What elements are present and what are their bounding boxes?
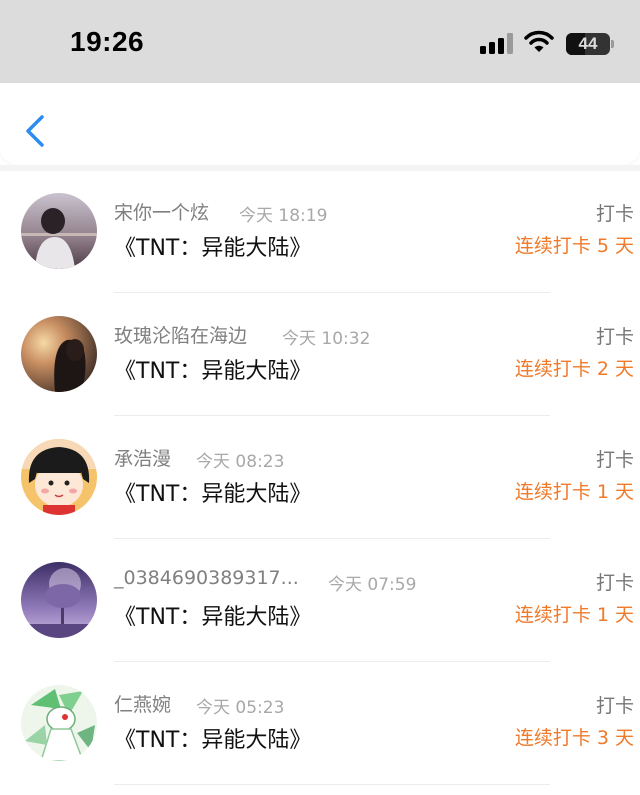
row-divider	[114, 292, 550, 293]
battery-level: 44	[578, 34, 598, 53]
user-name[interactable]: 宋你一个炫	[114, 198, 209, 225]
row-divider	[114, 538, 550, 539]
user-avatar[interactable]	[21, 685, 97, 761]
checkin-time: 今天 07:59	[328, 575, 417, 595]
status-time: 19:26	[70, 26, 145, 57]
user-name[interactable]: 仁燕婉	[114, 690, 171, 717]
user-name[interactable]: _0384690389317...	[114, 567, 299, 589]
wifi-icon	[524, 30, 554, 52]
user-avatar[interactable]	[21, 439, 97, 515]
back-button[interactable]	[20, 113, 52, 149]
checkin-action-label: 打卡	[595, 326, 634, 348]
user-name[interactable]: 承浩漫	[114, 444, 171, 471]
book-title[interactable]: 《TNT：异能大陆》	[114, 599, 311, 631]
status-bar: 19:26 44	[0, 0, 640, 83]
streak-label: 连续打卡 2 天	[514, 358, 634, 380]
checkin-row[interactable]: 玫瑰沦陷在海边 今天 10:32 《TNT：异能大陆》 打卡 连续打卡 2 天	[0, 294, 640, 417]
nav-bar	[0, 83, 640, 165]
book-title[interactable]: 《TNT：异能大陆》	[114, 230, 311, 262]
checkin-time: 今天 05:23	[196, 698, 285, 718]
battery-icon: 44	[566, 33, 610, 55]
user-avatar[interactable]	[21, 316, 97, 392]
book-title[interactable]: 《TNT：异能大陆》	[114, 722, 311, 754]
checkin-row[interactable]: 宋你一个炫 今天 18:19 《TNT：异能大陆》 打卡 连续打卡 5 天	[0, 171, 640, 294]
book-title[interactable]: 《TNT：异能大陆》	[114, 353, 311, 385]
checkin-row[interactable]: _0384690389317... 今天 07:59 《TNT：异能大陆》 打卡…	[0, 540, 640, 663]
row-divider	[114, 661, 550, 662]
signal-bars-icon	[480, 32, 514, 54]
checkin-time: 今天 08:23	[196, 452, 285, 472]
checkin-time: 今天 18:19	[239, 206, 328, 226]
checkin-list: 宋你一个炫 今天 18:19 《TNT：异能大陆》 打卡 连续打卡 5 天 玫瑰…	[0, 171, 640, 795]
streak-label: 连续打卡 1 天	[514, 604, 634, 626]
checkin-action-label: 打卡	[595, 695, 634, 717]
book-title[interactable]: 《TNT：异能大陆》	[114, 476, 311, 508]
battery-nub	[611, 40, 614, 48]
streak-label: 连续打卡 3 天	[514, 727, 634, 749]
user-avatar[interactable]	[21, 193, 97, 269]
checkin-row[interactable]: 承浩漫 今天 08:23 《TNT：异能大陆》 打卡 连续打卡 1 天	[0, 417, 640, 540]
user-avatar[interactable]	[21, 562, 97, 638]
row-divider	[114, 415, 550, 416]
checkin-action-label: 打卡	[595, 449, 634, 471]
streak-label: 连续打卡 5 天	[514, 235, 634, 257]
streak-label: 连续打卡 1 天	[514, 481, 634, 503]
checkin-time: 今天 10:32	[282, 329, 371, 349]
checkin-row[interactable]: 仁燕婉 今天 05:23 《TNT：异能大陆》 打卡 连续打卡 3 天	[0, 663, 640, 786]
user-name[interactable]: 玫瑰沦陷在海边	[114, 321, 247, 348]
checkin-action-label: 打卡	[595, 572, 634, 594]
checkin-action-label: 打卡	[595, 203, 634, 225]
row-divider	[114, 784, 550, 785]
